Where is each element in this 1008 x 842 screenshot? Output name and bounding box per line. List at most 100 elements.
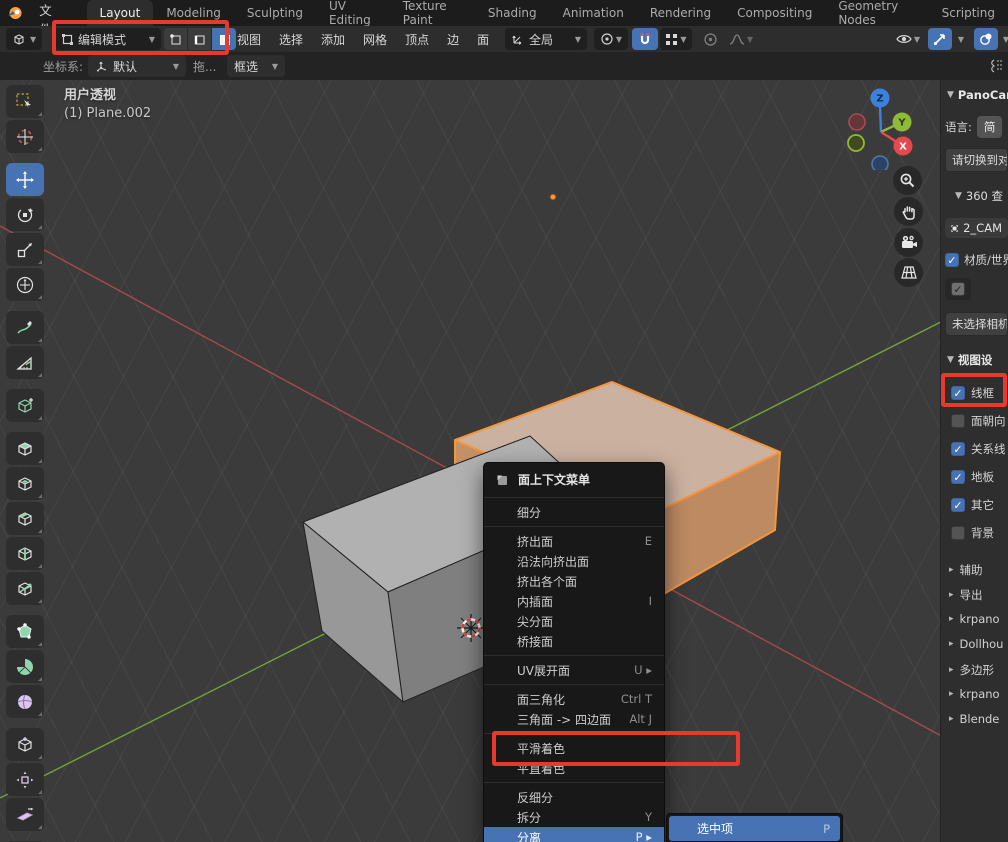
- move-tool-button[interactable]: [6, 163, 44, 196]
- workspace-tab[interactable]: Sculpting: [234, 0, 316, 26]
- shear-tool-button[interactable]: [6, 798, 44, 831]
- workspace-tab[interactable]: Animation: [550, 0, 637, 26]
- spin-tool-button[interactable]: [6, 650, 44, 683]
- menu-item-entry[interactable]: 尖分面: [484, 611, 664, 631]
- editor-menu-item[interactable]: 顶点: [396, 26, 438, 52]
- editor-menu-item[interactable]: 边: [438, 26, 468, 52]
- annotate-tool-button[interactable]: [6, 311, 44, 344]
- workspace-tab[interactable]: UV Editing: [316, 0, 390, 26]
- rotate-tool-button[interactable]: [6, 198, 44, 231]
- panel-panocam-header[interactable]: ▼ PanoCam: [947, 88, 1008, 102]
- checkbox-地板[interactable]: ✓: [951, 470, 965, 484]
- editor-menu-item[interactable]: 选择: [270, 26, 312, 52]
- panel-view-settings-header[interactable]: ▼ 视图设: [947, 352, 992, 368]
- workspace-tab[interactable]: Geometry Nodes: [825, 0, 928, 26]
- loop-cut-tool-button[interactable]: [6, 537, 44, 570]
- menu-item-entry[interactable]: 三角面 -> 四边面Alt J: [484, 709, 664, 729]
- camera-view-button[interactable]: [894, 228, 923, 257]
- orientation-dropdown[interactable]: 全局 ▼: [505, 28, 587, 50]
- menu-item-entry[interactable]: 桥接面: [484, 631, 664, 651]
- editor-menu-item[interactable]: 添加: [312, 26, 354, 52]
- workspace-tab[interactable]: Rendering: [637, 0, 724, 26]
- collapsed-panel-多边形[interactable]: ▸多边形: [949, 662, 1008, 678]
- menu-item-entry[interactable]: 平滑着色: [484, 738, 664, 758]
- checkbox-其它[interactable]: ✓: [951, 498, 965, 512]
- edge-select-button[interactable]: [188, 28, 212, 50]
- blender-logo-icon[interactable]: [0, 0, 28, 26]
- shrink-fatten-tool-button[interactable]: [6, 763, 44, 796]
- knife-tool-button[interactable]: [6, 572, 44, 605]
- collapsed-panel-krpano[interactable]: ▸krpano: [949, 612, 1008, 626]
- collapsed-panel-辅助[interactable]: ▸辅助: [949, 562, 1008, 578]
- tweak-select-tool-button[interactable]: [6, 85, 44, 118]
- checkbox-线框[interactable]: ✓: [951, 386, 965, 400]
- navigation-gizmo[interactable]: Z Y X: [845, 88, 921, 170]
- mode-dropdown[interactable]: 编辑模式 ▼: [55, 28, 161, 50]
- inset-faces-tool-button[interactable]: [6, 467, 44, 500]
- select-tool-dropdown[interactable]: 框选 ▼: [227, 55, 285, 77]
- checkbox-背景[interactable]: [951, 526, 965, 540]
- scale-tool-button[interactable]: [6, 233, 44, 266]
- snap-with-dropdown[interactable]: ▼: [660, 28, 692, 50]
- menu-item-entry[interactable]: 挤出各个面: [484, 571, 664, 591]
- gizmo-neg-z[interactable]: [872, 156, 888, 170]
- pivot-point-dropdown[interactable]: ▼: [594, 28, 628, 50]
- collapsed-panel-Dollhou[interactable]: ▸Dollhou: [949, 637, 1008, 651]
- workspace-tab[interactable]: Compositing: [724, 0, 825, 26]
- collapsed-panel-krpano[interactable]: ▸krpano: [949, 687, 1008, 701]
- panel-360-header[interactable]: ▼ 360 查: [955, 188, 1003, 204]
- pan-hand-button[interactable]: [894, 197, 923, 226]
- vertex-select-button[interactable]: [164, 28, 188, 50]
- falloff-dropdown[interactable]: ▼: [724, 28, 758, 50]
- drag-label[interactable]: 拖...: [193, 52, 216, 80]
- menu-item-entry[interactable]: 沿法向挤出面: [484, 551, 664, 571]
- collapsed-panel-导出[interactable]: ▸导出: [949, 587, 1008, 603]
- camera-object-field[interactable]: 2_CAM: [945, 218, 1008, 238]
- overlays-toggle-button[interactable]: [974, 28, 998, 50]
- transform-tool-button[interactable]: [6, 268, 44, 301]
- gizmo-neg-x[interactable]: [849, 114, 865, 130]
- editor-menu-item[interactable]: 面: [468, 26, 498, 52]
- menu-item-entry[interactable]: 细分: [484, 502, 664, 522]
- checkbox-面朝向[interactable]: [951, 414, 965, 428]
- zoom-button[interactable]: [893, 166, 922, 195]
- menu-item-entry[interactable]: UV展开面U ▸: [484, 660, 664, 680]
- menu-item-entry[interactable]: 面三角化Ctrl T: [484, 689, 664, 709]
- menu-item-entry[interactable]: 内插面I: [484, 591, 664, 611]
- poly-build-tool-button[interactable]: [6, 615, 44, 648]
- smooth-tool-button[interactable]: [6, 685, 44, 718]
- extrude-region-tool-button[interactable]: [6, 432, 44, 465]
- workspace-tab[interactable]: Texture Paint: [390, 0, 475, 26]
- menu-item-entry[interactable]: 挤出面E: [484, 531, 664, 551]
- orthographic-toggle-button[interactable]: [894, 258, 923, 287]
- editor-menu-item[interactable]: 网格: [354, 26, 396, 52]
- editor-menu-item[interactable]: 视图: [228, 26, 270, 52]
- workspace-tab[interactable]: Scripting: [929, 0, 1008, 26]
- workspace-tab[interactable]: Shading: [475, 0, 550, 26]
- checkbox-关系线[interactable]: ✓: [951, 442, 965, 456]
- cursor-tool-button[interactable]: [6, 120, 44, 153]
- menu-item-entry[interactable]: 拆分Y: [484, 807, 664, 827]
- editor-type-button[interactable]: ▼: [6, 28, 42, 50]
- sub-option-checkbox[interactable]: ✓: [951, 282, 965, 296]
- add-cube-tool-button[interactable]: [6, 389, 44, 422]
- gizmo-neg-y[interactable]: [848, 135, 864, 151]
- snap-toggle-button[interactable]: [632, 28, 658, 50]
- menu-item-entry[interactable]: 反细分: [484, 787, 664, 807]
- proportional-editing-button[interactable]: [698, 28, 722, 50]
- visibility-dropdown[interactable]: ▼: [890, 28, 926, 50]
- bevel-tool-button[interactable]: [6, 502, 44, 535]
- overlays-dropdown[interactable]: ▼: [999, 28, 1008, 50]
- workspace-tab[interactable]: Modeling: [153, 0, 234, 26]
- menu-item-separate-highlighted[interactable]: 分离P ▸: [484, 827, 664, 842]
- collapsed-panel-Blende[interactable]: ▸Blende: [949, 712, 1008, 726]
- gizmos-dropdown[interactable]: ▼: [952, 28, 970, 50]
- gizmos-toggle-button[interactable]: [928, 28, 952, 50]
- submenu-item-选中项[interactable]: 选中项P: [669, 816, 840, 841]
- 3d-viewport[interactable]: 用户透视 (1) Plane.002 Z Y X: [0, 80, 1008, 842]
- material-world-checkbox[interactable]: ✓: [945, 253, 959, 267]
- language-dropdown[interactable]: 简: [977, 116, 1003, 138]
- orientation-setting-dropdown[interactable]: 默认 ▼: [88, 55, 186, 77]
- edge-slide-tool-button[interactable]: [6, 728, 44, 761]
- measure-tool-button[interactable]: [6, 346, 44, 379]
